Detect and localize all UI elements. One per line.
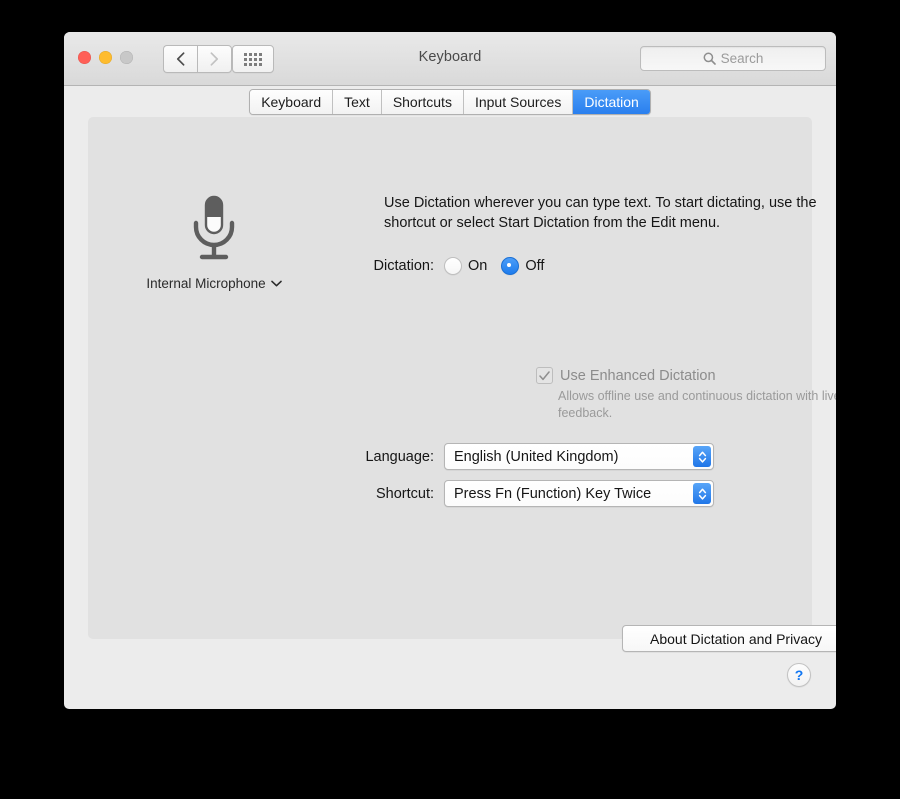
dictation-row: Dictation: On Off xyxy=(358,257,544,275)
dictation-on-label: On xyxy=(468,258,488,274)
chevron-down-icon xyxy=(270,280,282,287)
language-popup-button[interactable]: English (United Kingdom) xyxy=(444,443,714,470)
tab-text[interactable]: Text xyxy=(333,90,382,114)
microphone-source-selector[interactable]: Internal Microphone xyxy=(139,276,289,291)
search-icon xyxy=(703,52,716,65)
shortcut-value: Press Fn (Function) Key Twice xyxy=(454,485,652,502)
dictation-label: Dictation: xyxy=(373,258,434,274)
shortcut-row: Shortcut: Press Fn (Function) Key Twice xyxy=(358,480,714,507)
microphone-block: Internal Microphone xyxy=(139,195,289,291)
chevron-up-down-icon xyxy=(693,446,711,467)
chevron-up-down-icon xyxy=(693,483,711,504)
tab-dictation[interactable]: Dictation xyxy=(573,90,650,114)
dictation-off-label: Off xyxy=(525,258,545,274)
language-value: English (United Kingdom) xyxy=(454,448,619,465)
dictation-radio-group: On Off xyxy=(444,257,544,275)
language-label: Language: xyxy=(365,448,434,465)
window-titlebar: Keyboard Search xyxy=(64,32,836,86)
language-row: Language: English (United Kingdom) xyxy=(358,443,714,470)
checkbox-box xyxy=(536,367,553,384)
help-button[interactable]: ? xyxy=(787,663,811,687)
tab-input-sources[interactable]: Input Sources xyxy=(463,90,574,114)
tab-bar: Keyboard Text Shortcuts Input Sources Di… xyxy=(64,89,836,115)
shortcut-popup-button[interactable]: Press Fn (Function) Key Twice xyxy=(444,480,714,507)
about-dictation-privacy-button[interactable]: About Dictation and Privacy xyxy=(622,625,836,652)
search-input[interactable]: Search xyxy=(640,46,826,71)
enhanced-dictation-checkbox[interactable]: Use Enhanced Dictation xyxy=(536,367,716,384)
dictation-panel: Internal Microphone Use Dictation wherev… xyxy=(88,117,836,652)
enhanced-dictation-label: Use Enhanced Dictation xyxy=(560,367,716,384)
preferences-window: Keyboard Search Keyboard Text Shortcuts … xyxy=(64,32,836,709)
checkmark-icon xyxy=(539,370,550,380)
radio-mark-off-state xyxy=(444,257,462,275)
dictation-radio-on[interactable]: On xyxy=(444,257,487,275)
radio-mark-selected xyxy=(501,257,520,275)
panel-description: Use Dictation wherever you can type text… xyxy=(384,195,817,231)
shortcut-label: Shortcut: xyxy=(375,485,434,502)
tab-keyboard[interactable]: Keyboard xyxy=(250,90,334,114)
dictation-radio-off[interactable]: Off xyxy=(501,257,544,275)
tab-shortcuts[interactable]: Shortcuts xyxy=(381,90,464,114)
microphone-label: Internal Microphone xyxy=(146,276,266,291)
search-placeholder: Search xyxy=(720,51,764,66)
enhanced-dictation-note: Allows offline use and continuous dictat… xyxy=(558,389,836,420)
microphone-icon xyxy=(193,195,235,260)
